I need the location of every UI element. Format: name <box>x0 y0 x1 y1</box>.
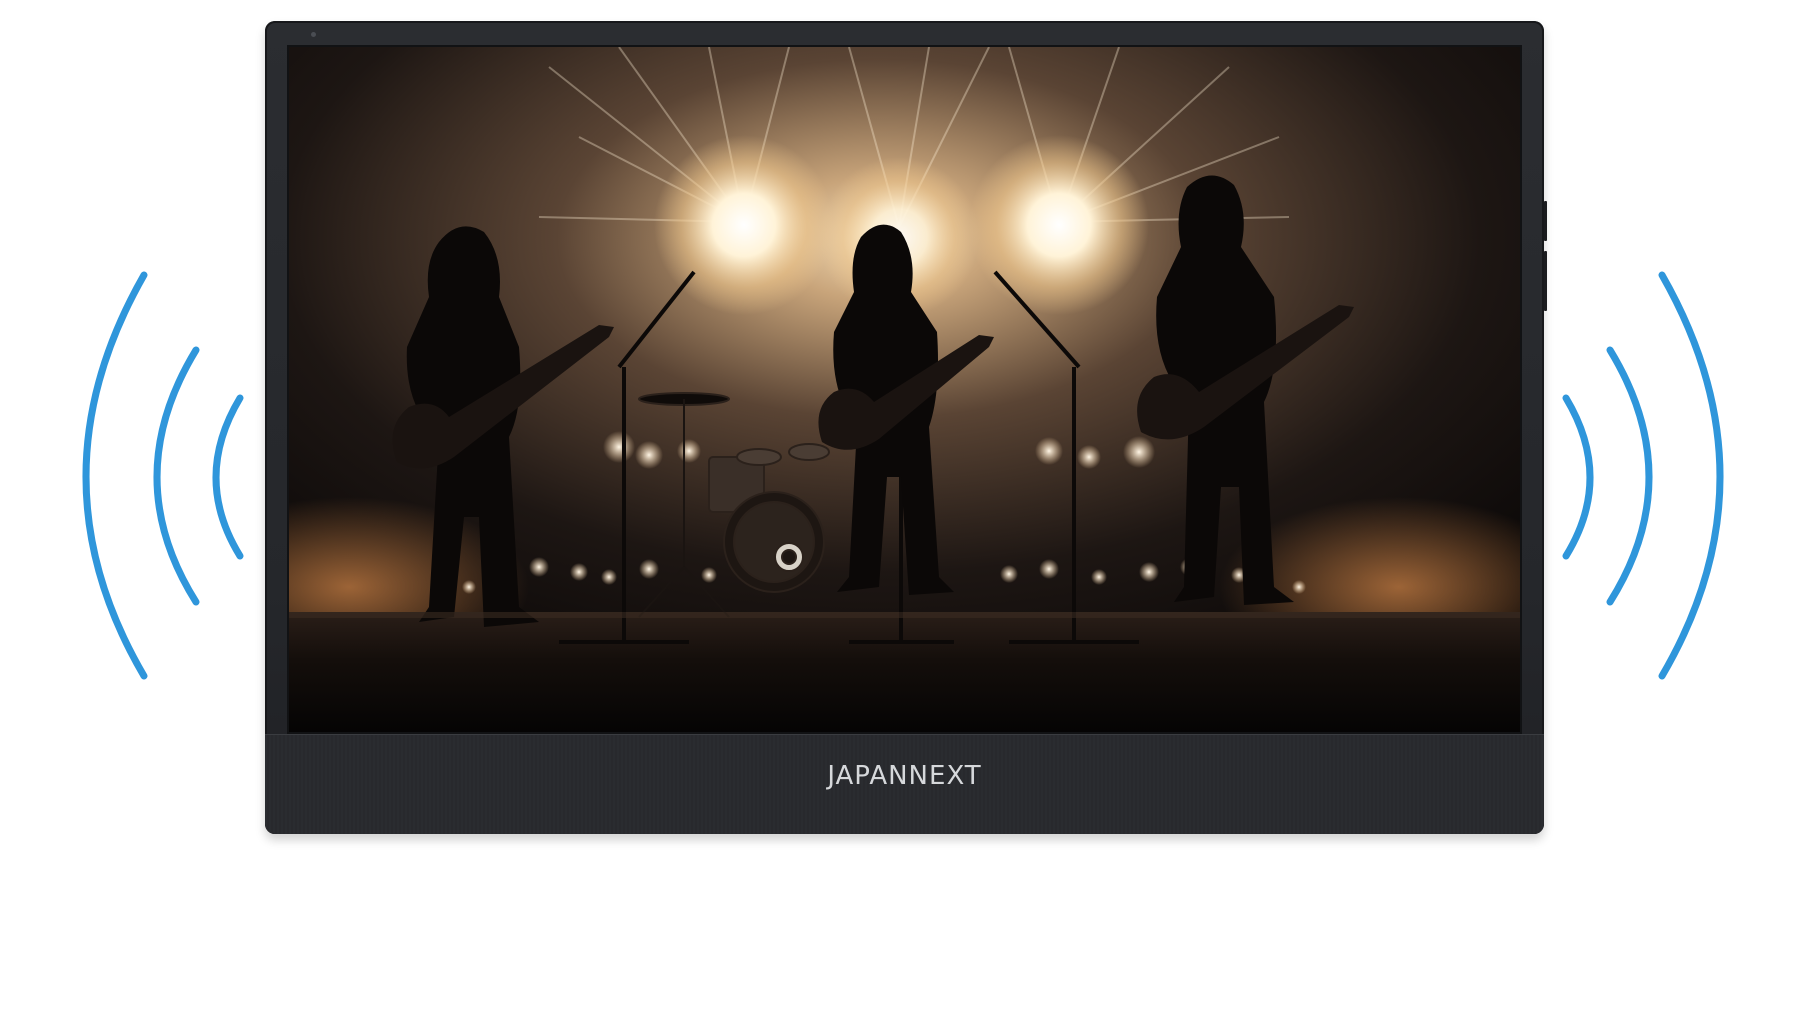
camera-dot <box>311 32 316 37</box>
monitor-screen <box>287 45 1522 734</box>
side-button-lower <box>1544 251 1547 311</box>
side-button-upper <box>1544 201 1547 241</box>
portable-monitor: JAPANNEXT <box>265 21 1547 834</box>
brand-logo: JAPANNEXT <box>827 761 982 791</box>
concert-scene-image <box>289 47 1520 732</box>
sound-wave-left-icon <box>82 271 244 680</box>
sound-wave-right-icon <box>1562 271 1724 680</box>
